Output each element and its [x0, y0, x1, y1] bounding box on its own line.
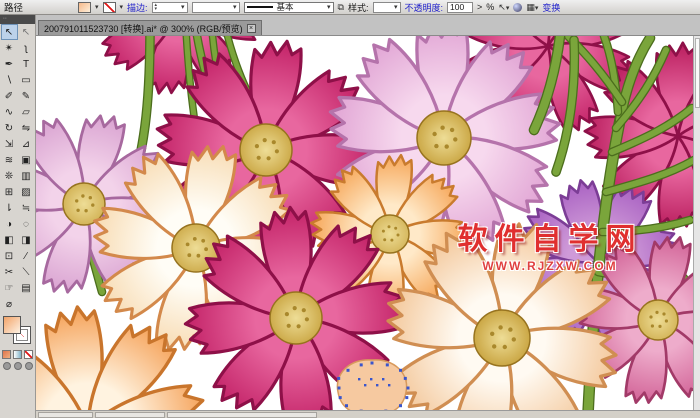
- tool-reflect[interactable]: ⇋: [18, 120, 35, 136]
- brush-stroke-preview: [246, 6, 273, 8]
- scrollbar-thumb[interactable]: [695, 38, 700, 108]
- brush-definition-select[interactable]: 基本 ▾: [243, 1, 334, 13]
- brush-name: 基本: [276, 2, 294, 12]
- vertical-scrollbar[interactable]: [693, 36, 700, 410]
- status-bar: [36, 410, 700, 418]
- screen-mode-row: [0, 362, 35, 370]
- tool-eyedropper[interactable]: ⇂: [1, 200, 18, 216]
- brush-libraries-icon[interactable]: ⧉: [338, 2, 344, 13]
- tool-gradient[interactable]: ▨: [18, 184, 35, 200]
- toolbox-drag-handle[interactable]: ∙∙: [0, 15, 35, 24]
- percent-sign: %: [486, 2, 495, 12]
- gradient-button[interactable]: [13, 350, 22, 359]
- tool-rectangle[interactable]: ▭: [18, 72, 35, 88]
- tab-strip: 200791011523730 [转换].ai* @ 300% (RGB/预览)…: [36, 15, 700, 36]
- tool-auto-trace[interactable]: ◌: [18, 216, 35, 232]
- control-bar: 路径 ▾ ▾ 描边: ▴ ▾ ▾ ▾ 基本 ▾ ⧉ 样式: ▾ 不透明度: 100 >…: [0, 0, 700, 15]
- style-select[interactable]: ▾: [372, 1, 401, 13]
- tool-warp[interactable]: ≋: [1, 152, 18, 168]
- screen-mode-full-button[interactable]: [24, 362, 33, 370]
- tool-crop-area[interactable]: ⊡: [1, 248, 18, 264]
- tool-hand[interactable]: ☞: [1, 280, 18, 296]
- tool-mesh[interactable]: ⊞: [1, 184, 18, 200]
- fill-stroke-indicator: [2, 316, 33, 346]
- reference-point-icon[interactable]: ▦▾: [526, 2, 538, 13]
- tool-empty: [18, 296, 35, 312]
- tool-path-eraser[interactable]: ▱: [18, 104, 35, 120]
- opacity-input[interactable]: 100: [447, 1, 474, 13]
- select-similar-icon[interactable]: ↖▾: [498, 2, 509, 13]
- stroke-none-swatch[interactable]: [102, 1, 116, 13]
- artboard-nav-box[interactable]: [95, 412, 165, 418]
- opacity-label[interactable]: 不透明度:: [405, 1, 444, 14]
- tool-knife[interactable]: ⟍: [18, 264, 35, 280]
- illustrator-window: 路径 ▾ ▾ 描边: ▴ ▾ ▾ ▾ 基本 ▾ ⧉ 样式: ▾ 不透明度: 100 >…: [0, 0, 700, 418]
- stroke-weight-label[interactable]: 描边:: [127, 1, 148, 14]
- tool-symbol-sprayer[interactable]: ❊: [1, 168, 18, 184]
- tools-grid: ↖ ↖ ✴ ʅ ✒ T ∖ ▭ ✐ ✎ ∿ ▱ ↻ ⇋ ⇲ ⊿ ≋ ▣ ❊ ▥ ⊞ ▨ ⇂ ≒ ◑ ◌ ◧ ◨ ⊡ ∕ ✂ ⟍ ☞ ▤ ⌀: [0, 24, 35, 312]
- tool-rotate[interactable]: ↻: [1, 120, 18, 136]
- tool-live-paint-bucket[interactable]: ◧: [1, 232, 18, 248]
- stroke-caret-icon[interactable]: ▾: [120, 3, 124, 11]
- tool-zoom[interactable]: ⌀: [1, 296, 18, 312]
- tool-measure[interactable]: ≒: [18, 200, 35, 216]
- tool-slice[interactable]: ∕: [18, 248, 35, 264]
- tool-free-transform[interactable]: ▣: [18, 152, 35, 168]
- document-tab-title: 200791011523730 [转换].ai* @ 300% (RGB/预览): [44, 23, 243, 34]
- toolbox: ∙∙ ↖ ↖ ✴ ʅ ✒ T ∖ ▭ ✐ ✎ ∿ ▱ ↻ ⇋ ⇲ ⊿ ≋ ▣ ❊ ▥ ⊞ ▨ ⇂ ≒ ◑ ◌ ◧ ◨ ⊡ ∕ ✂ ⟍ ☞ ▤ ⌀: [0, 15, 36, 418]
- tool-pencil[interactable]: ✎: [18, 88, 35, 104]
- tool-lasso[interactable]: ʅ: [18, 40, 35, 56]
- transform-link[interactable]: 变换: [542, 1, 560, 14]
- document-tab[interactable]: 200791011523730 [转换].ai* @ 300% (RGB/预览)…: [38, 20, 262, 35]
- tool-pen[interactable]: ✒: [1, 56, 18, 72]
- recolor-artwork-icon[interactable]: [513, 2, 523, 12]
- tool-direct-selection[interactable]: ↖: [18, 24, 35, 40]
- fill-indicator-gradient[interactable]: [2, 316, 21, 334]
- panel-title: 路径: [4, 3, 24, 14]
- tool-scissors[interactable]: ✂: [1, 264, 18, 280]
- tool-blend[interactable]: ◑: [1, 216, 18, 232]
- artwork-svg: [36, 36, 693, 410]
- fill-swatch[interactable]: [78, 1, 91, 13]
- tool-graph[interactable]: ▥: [18, 168, 35, 184]
- stroke-weight-select[interactable]: ▴ ▾ ▾: [151, 1, 188, 13]
- tool-shear[interactable]: ⊿: [18, 136, 35, 152]
- tool-live-paint-selection[interactable]: ◨: [18, 232, 35, 248]
- canvas[interactable]: 软件自学网 WWW.RJZXW.COM: [36, 36, 700, 410]
- tool-type[interactable]: T: [18, 56, 35, 72]
- opacity-stepper[interactable]: >: [477, 2, 482, 12]
- tool-scale[interactable]: ⇲: [1, 136, 18, 152]
- tab-close-icon[interactable]: ×: [246, 23, 256, 33]
- style-label: 样式:: [347, 2, 369, 13]
- tool-selection[interactable]: ↖: [0, 24, 18, 40]
- screen-mode-menu-button[interactable]: [13, 362, 22, 370]
- status-info-box[interactable]: [167, 412, 317, 418]
- tool-page[interactable]: ▤: [18, 280, 35, 296]
- tool-magic-wand[interactable]: ✴: [1, 40, 18, 56]
- paint-mode-row: [0, 350, 35, 359]
- stroke-spinner-icon[interactable]: ▴ ▾: [155, 3, 158, 12]
- screen-mode-normal-button[interactable]: [2, 362, 11, 370]
- none-button[interactable]: [24, 350, 33, 359]
- tool-smooth[interactable]: ∿: [1, 104, 18, 120]
- fill-caret-icon[interactable]: ▾: [95, 3, 99, 11]
- width-profile-select[interactable]: ▾: [191, 1, 240, 13]
- color-button[interactable]: [2, 350, 11, 359]
- tool-paintbrush[interactable]: ✐: [1, 88, 18, 104]
- zoom-level-box[interactable]: [38, 412, 93, 418]
- tool-line-segment[interactable]: ∖: [1, 72, 18, 88]
